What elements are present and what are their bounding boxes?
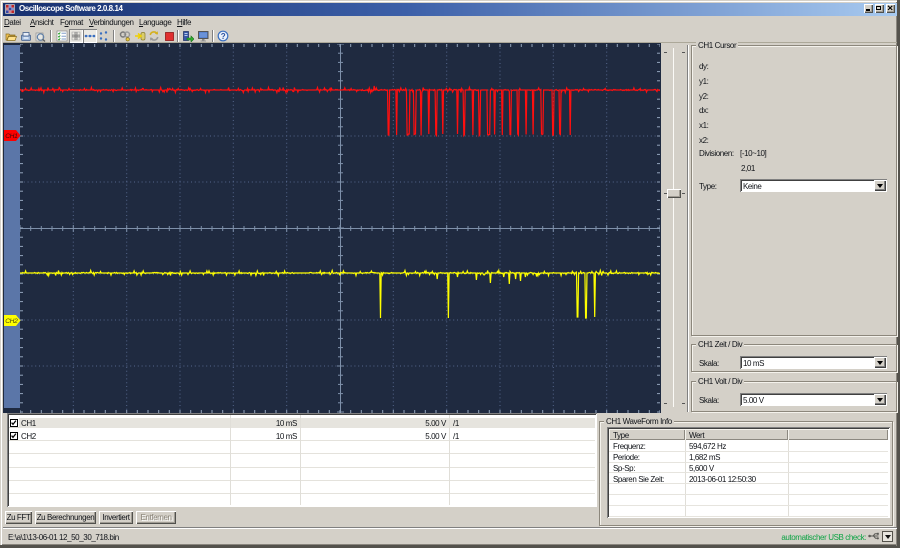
svg-text:CH1: CH1 (5, 133, 18, 140)
svg-text:CH2: CH2 (5, 318, 18, 325)
svg-text:?: ? (221, 32, 226, 41)
